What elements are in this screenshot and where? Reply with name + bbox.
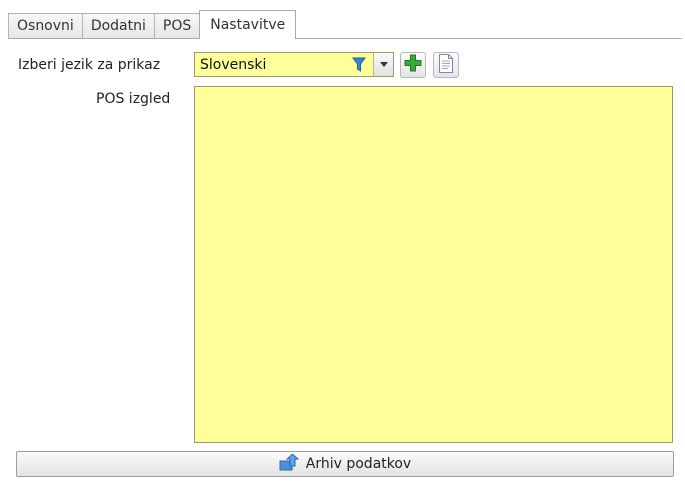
archive-upload-icon [279,452,300,475]
archive-button[interactable]: Arhiv podatkov [16,451,674,477]
tab-divider [8,38,682,39]
language-label: Izberi jezik za prikaz [18,57,161,73]
add-button[interactable] [400,52,426,78]
tab-osnovni[interactable]: Osnovni [8,13,83,38]
language-select-value: Slovenski [200,57,267,73]
plus-icon [404,54,422,76]
document-icon [438,53,454,77]
tab-dodatni[interactable]: Dodatni [81,13,155,38]
language-select[interactable]: Slovenski [194,52,394,77]
filter-icon[interactable] [349,54,369,75]
chevron-down-icon[interactable] [373,53,393,76]
pos-layout-textarea[interactable] [194,86,673,443]
pos-layout-label: POS izgled [96,91,171,107]
tab-pos[interactable]: POS [153,13,201,38]
tab-bar: Osnovni Dodatni POS Nastavitve [8,8,297,39]
document-button[interactable] [433,52,459,78]
tab-nastavitve[interactable]: Nastavitve [199,10,297,39]
archive-button-label: Arhiv podatkov [305,456,412,472]
